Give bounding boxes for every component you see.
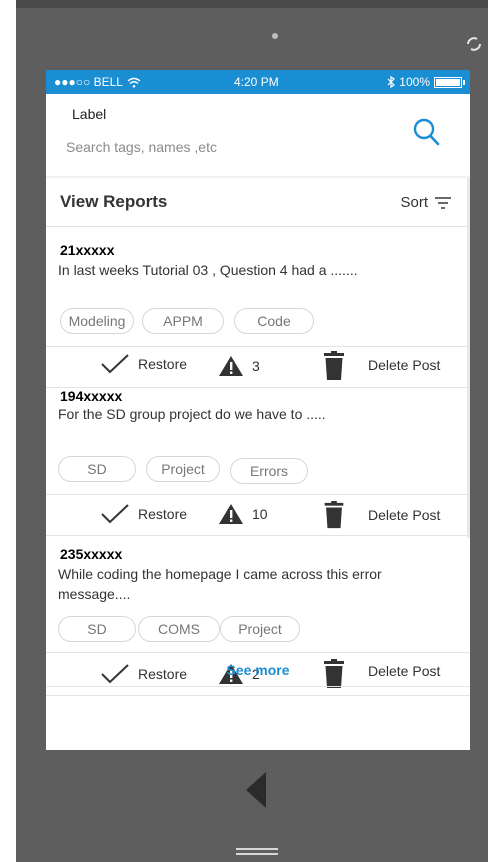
tag-chip[interactable]: APPM (142, 308, 224, 334)
carrier-info: ●●●○○ BELL (54, 75, 141, 89)
tag-chip[interactable]: COMS (138, 616, 220, 642)
tag-chip[interactable]: SD (58, 616, 136, 642)
filter-icon (435, 196, 451, 209)
sort-label: Sort (400, 194, 428, 211)
battery-icon (434, 76, 465, 88)
tag-chip[interactable]: Errors (230, 458, 308, 484)
battery-info: 100% (387, 75, 465, 89)
post-text: In last weeks Tutorial 03 , Question 4 h… (58, 262, 358, 278)
report-count: 10 (218, 503, 268, 525)
view-reports-title: View Reports (60, 192, 168, 211)
rotate-icon[interactable] (464, 34, 484, 54)
restore-label: Restore (138, 356, 188, 372)
search-icon[interactable] (410, 116, 442, 150)
tag-chip[interactable]: Code (234, 308, 314, 334)
clock: 4:20 PM (234, 75, 279, 89)
phone-top-edge (16, 0, 488, 8)
trash-icon[interactable] (322, 351, 346, 381)
menu-icon[interactable] (236, 846, 278, 860)
report-count: 3 (218, 355, 260, 377)
scrollbar[interactable] (467, 178, 470, 538)
bluetooth-icon (387, 76, 396, 88)
tag-chip[interactable]: Project (146, 456, 220, 482)
post-item: 21xxxxx In last weeks Tutorial 03 , Ques… (46, 226, 470, 388)
post-text: While coding the homepage I came across … (58, 566, 382, 602)
camera-dot (272, 33, 278, 39)
battery-percent: 100% (399, 75, 430, 89)
checkmark-icon (101, 504, 129, 524)
post-actions: Restore 10 Delete Post (46, 494, 470, 536)
tag-chip[interactable]: SD (58, 456, 136, 482)
restore-label: Restore (138, 506, 188, 522)
delete-post-button[interactable]: Delete Post (368, 357, 440, 373)
post-item: 194xxxxx For the SD group project do we … (46, 384, 470, 536)
post-id: 21xxxxx (60, 242, 115, 258)
see-more-link[interactable]: See more (46, 654, 470, 687)
app-screen: ●●●○○ BELL 4:20 PM 100% Label View Repor… (46, 70, 470, 750)
post-actions: Restore 3 Delete Post (46, 346, 470, 388)
status-bar: ●●●○○ BELL 4:20 PM 100% (46, 70, 470, 94)
delete-post-button[interactable]: Delete Post (368, 507, 440, 523)
search-input[interactable] (64, 134, 388, 160)
checkmark-icon (101, 354, 129, 374)
warning-icon (219, 504, 243, 524)
post-id: 235xxxxx (60, 546, 123, 562)
search-area: Label (46, 94, 470, 177)
wifi-icon (127, 77, 141, 88)
tag-chip[interactable]: Modeling (60, 308, 134, 334)
search-label: Label (72, 106, 107, 122)
panel-header: View Reports Sort (46, 178, 470, 227)
report-count-value: 10 (252, 506, 268, 522)
restore-button[interactable]: Restore (100, 353, 187, 375)
report-count-value: 3 (252, 358, 260, 374)
restore-button[interactable]: Restore (100, 503, 187, 525)
post-text: For the SD group project do we have to .… (58, 406, 326, 422)
warning-icon (219, 356, 243, 376)
sort-button[interactable]: Sort (400, 194, 452, 211)
post-id: 194xxxxx (60, 388, 123, 404)
trash-icon[interactable] (322, 501, 346, 529)
tag-chip[interactable]: Project (220, 616, 300, 642)
carrier-label: ●●●○○ BELL (54, 75, 123, 89)
back-icon[interactable] (244, 770, 268, 810)
